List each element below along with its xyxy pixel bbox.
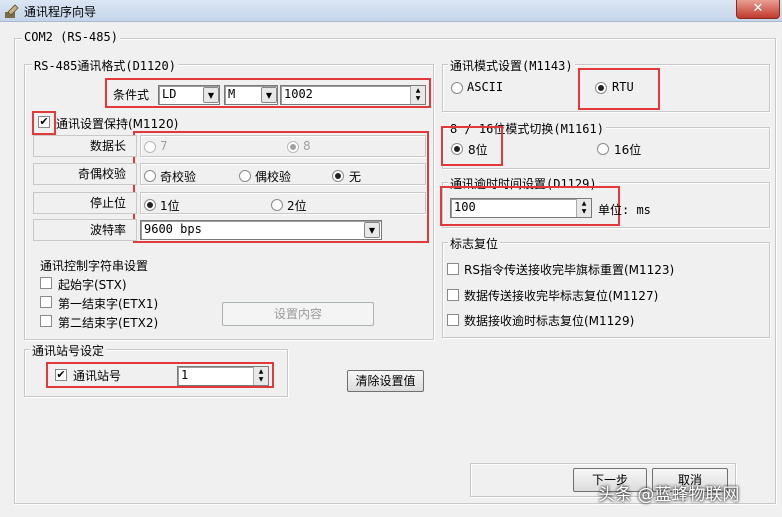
flag-reset-rs-checkbox[interactable] (447, 263, 459, 275)
data-length-7-radio[interactable] (144, 141, 156, 153)
chevron-down-icon[interactable]: ▼ (261, 87, 277, 103)
keep-setting-label: 通讯设置保持(M1120) (56, 117, 179, 131)
condition-value: 1002 (284, 87, 313, 101)
data-length-8-radio[interactable] (287, 141, 299, 153)
clear-settings-button[interactable]: 清除设置值 (347, 370, 424, 392)
flag-reset-timeout-checkbox[interactable] (447, 314, 459, 326)
bits-16-label: 16位 (614, 143, 642, 157)
timeout-value: 100 (454, 200, 476, 214)
stop-bit-1-radio[interactable] (144, 199, 156, 211)
bits-16-radio[interactable] (597, 143, 609, 155)
title-bar (0, 0, 782, 22)
flag-reset-rs-label: RS指令传送接收完毕旗标重置(M1123) (464, 263, 675, 277)
timeout-input[interactable]: 100 (450, 198, 592, 218)
station-group-label: 通讯站号设定 (30, 342, 107, 359)
timeout-unit: 单位: ms (598, 203, 651, 217)
spin-up-icon: ▲ (415, 87, 421, 94)
station-checkbox[interactable]: ✔ (55, 369, 67, 381)
stx-checkbox[interactable] (40, 277, 52, 289)
bits-8-label: 8位 (468, 143, 488, 157)
etx1-label: 第一结束字(ETX1) (58, 297, 159, 311)
data-length-row (140, 135, 426, 157)
station-checkbox-label: 通讯站号 (73, 369, 122, 383)
station-spinner[interactable]: ▲ ▼ (253, 367, 268, 385)
baud-value: 9600 bps (144, 222, 202, 236)
data-length-label: 数据长 (33, 135, 137, 157)
stop-bit-2-label: 2位 (287, 199, 307, 213)
condition-select-1-value: LD (162, 87, 177, 101)
flag-reset-tx-checkbox[interactable] (447, 289, 459, 301)
com-group-label: COM2 (RS-485) (22, 30, 120, 44)
parity-none-radio[interactable] (332, 170, 344, 182)
keep-setting-checkbox[interactable]: ✔ (38, 116, 50, 128)
parity-even-radio[interactable] (239, 170, 251, 182)
set-content-button[interactable]: 设置内容 (222, 302, 374, 326)
stop-bit-row (140, 192, 426, 214)
condition-spinner[interactable]: ▲ ▼ (410, 86, 425, 104)
baud-select[interactable]: 9600 bps (140, 220, 382, 240)
rs485-group-label: RS-485通讯格式(D1120) (32, 57, 178, 74)
ctrl-chars-label: 通讯控制字符串设置 (40, 259, 149, 273)
spin-up-icon: ▲ (581, 200, 587, 207)
etx2-checkbox[interactable] (40, 315, 52, 327)
flag-reset-timeout-label: 数据接收逾时标志复位(M1129) (464, 314, 635, 328)
condition-value-input[interactable]: 1002 (280, 85, 426, 105)
mode-rtu-radio[interactable] (595, 82, 607, 94)
bits-8-radio[interactable] (451, 143, 463, 155)
condition-label: 条件式 (113, 88, 150, 102)
mode-ascii-radio[interactable] (451, 82, 463, 94)
close-button[interactable]: ✕ (736, 0, 780, 19)
spin-down-icon: ▼ (258, 376, 264, 383)
chevron-down-icon[interactable]: ▼ (203, 87, 219, 103)
stop-bit-label: 停止位 (33, 192, 137, 214)
stx-label: 起始字(STX) (58, 278, 127, 292)
parity-odd-label: 奇校验 (160, 170, 197, 184)
station-value: 1 (181, 368, 189, 382)
etx1-checkbox[interactable] (40, 296, 52, 308)
data-length-7-label: 7 (160, 139, 168, 153)
watermark: 头条 @蓝蜂物联网 (598, 485, 740, 505)
parity-none-label: 无 (349, 170, 362, 184)
wizard-icon (5, 4, 19, 18)
mode-group-label: 通讯模式设置(M1143) (448, 57, 575, 74)
parity-label: 奇偶校验 (33, 163, 137, 185)
timeout-spinner[interactable]: ▲ ▼ (576, 199, 591, 217)
parity-even-label: 偶校验 (255, 170, 292, 184)
window-title: 通讯程序向导 (24, 5, 97, 19)
stop-bit-1-label: 1位 (160, 199, 180, 213)
spin-down-icon: ▼ (415, 95, 421, 102)
spin-down-icon: ▼ (581, 208, 587, 215)
mode-rtu-label: RTU (612, 80, 634, 94)
flag-reset-tx-label: 数据传送接收完毕标志复位(M1127) (464, 289, 659, 303)
condition-select-2-value: M (228, 87, 236, 101)
spin-up-icon: ▲ (258, 368, 264, 375)
mode-ascii-label: ASCII (467, 80, 504, 94)
flag-reset-group-label: 标志复位 (448, 235, 501, 252)
data-length-8-label: 8 (303, 139, 311, 153)
chevron-down-icon[interactable]: ▼ (364, 222, 380, 238)
etx2-label: 第二结束字(ETX2) (58, 316, 159, 330)
stop-bit-2-radio[interactable] (271, 199, 283, 211)
baud-label: 波特率 (33, 219, 137, 241)
parity-odd-radio[interactable] (144, 170, 156, 182)
